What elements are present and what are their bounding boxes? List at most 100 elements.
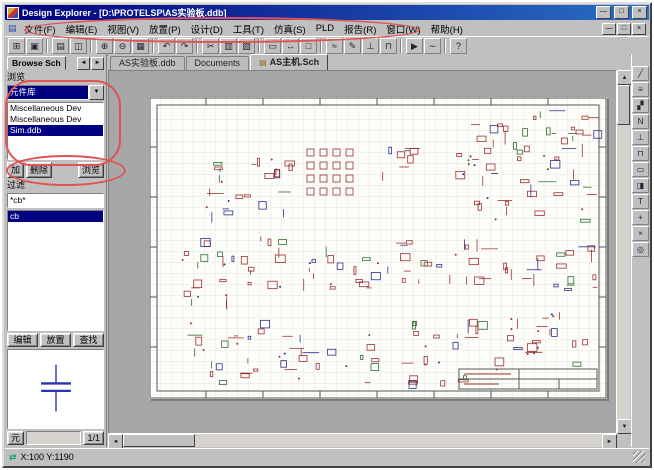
component-list-item[interactable]: cb — [8, 211, 103, 222]
deselect-icon[interactable]: □ — [300, 38, 317, 54]
library-list-item[interactable]: Miscellaneous Dev — [8, 103, 103, 114]
page-indicator-button[interactable]: 1/1 — [83, 431, 104, 445]
horizontal-scrollbar[interactable]: ◄ ► — [108, 434, 617, 447]
vertical-scroll-track[interactable] — [617, 125, 630, 419]
open-document-icon[interactable]: ⊞ — [8, 38, 25, 54]
fit-document-icon[interactable]: ▦ — [132, 38, 149, 54]
menu-item[interactable]: 视图(V) — [102, 21, 144, 37]
wire-tool-icon[interactable]: ╱ — [632, 66, 649, 81]
icon-glyph: + — [638, 214, 643, 222]
print-preview-icon[interactable]: ◫ — [70, 38, 87, 54]
title-bar[interactable]: Design Explorer - [D:\PROTELSP\AS实验板.ddb… — [5, 5, 649, 20]
tab-browse-sch[interactable]: Browse Sch — [7, 56, 66, 70]
copy-icon[interactable]: ▥ — [220, 38, 237, 54]
add-library-button[interactable]: 加 — [7, 162, 24, 178]
simulate-icon[interactable]: ▶ — [406, 38, 423, 54]
filter-label: 过滤 — [7, 180, 104, 191]
document-icon: ▤ — [8, 23, 17, 34]
paste-icon[interactable]: ▧ — [238, 38, 255, 54]
print-icon[interactable]: ▤ — [52, 38, 69, 54]
junction-tool-icon[interactable]: + — [632, 210, 649, 225]
menu-item[interactable]: 窗口(W) — [381, 21, 425, 37]
menu-item[interactable]: PLD — [311, 22, 339, 35]
component-list[interactable]: cb — [7, 210, 104, 331]
tab-as-experiment-board-ddb[interactable]: ▤AS实验板.ddb — [110, 56, 185, 70]
filter-input[interactable]: *cb* — [7, 193, 104, 208]
undo-icon[interactable]: ↶ — [158, 38, 175, 54]
horizontal-scroll-track[interactable] — [195, 434, 602, 447]
close-button[interactable]: × — [632, 6, 647, 19]
sheet-symbol-tool-icon[interactable]: ▭ — [632, 162, 649, 177]
menu-item[interactable]: 仿真(S) — [269, 21, 311, 37]
vertical-scrollbar[interactable]: ▲ ▼ — [617, 70, 630, 434]
edit-component-button[interactable]: 编辑 — [7, 333, 38, 347]
bus-tool-icon[interactable]: ≡ — [632, 82, 649, 97]
horizontal-scroll-thumb[interactable] — [123, 434, 195, 447]
library-list[interactable]: Miscellaneous DevMiscellaneous DevSim.dd… — [7, 102, 104, 160]
icon-glyph: ⊖ — [119, 42, 127, 51]
document-area: ▤AS实验板.ddb▤Documents▤AS主机.Sch ▲ ▼ ◄ ► — [108, 54, 630, 447]
text-tool-icon[interactable]: T — [632, 194, 649, 209]
mixed-signal-icon[interactable]: ∼ — [424, 38, 441, 54]
drawing-tools-icon[interactable]: ✎ — [344, 38, 361, 54]
cut-icon[interactable]: ✂ — [202, 38, 219, 54]
select-area-icon[interactable]: ▭ — [264, 38, 281, 54]
save-icon[interactable]: ▣ — [26, 38, 43, 54]
part-unit-button[interactable]: 元 — [7, 431, 24, 445]
scroll-down-icon[interactable]: ▼ — [617, 419, 632, 434]
browse-library-button[interactable]: 浏览 — [78, 162, 104, 178]
dropdown-arrow-icon[interactable]: ▼ — [89, 85, 104, 100]
menu-item[interactable]: 文件(F) — [20, 21, 61, 37]
menu-item[interactable]: 报告(R) — [339, 21, 381, 37]
zoom-out-icon[interactable]: ⊖ — [114, 38, 131, 54]
menu-item[interactable]: 帮助(H) — [426, 21, 468, 37]
tab-as-host-sch[interactable]: ▤AS主机.Sch — [250, 54, 328, 70]
zoom-in-icon[interactable]: ⊕ — [96, 38, 113, 54]
schematic-sheet[interactable] — [149, 97, 607, 399]
icon-glyph: ⊓ — [385, 42, 392, 51]
directive-tool-icon[interactable]: ◎ — [632, 242, 649, 257]
menu-item[interactable]: 设计(D) — [186, 21, 228, 37]
child-minimize-button[interactable]: — — [602, 23, 616, 35]
panel-scroll-right-icon[interactable]: ► — [91, 57, 104, 70]
toolbar-group: ⊞▣ — [8, 38, 43, 54]
menu-item[interactable]: 放置(P) — [144, 21, 186, 37]
menu-item[interactable]: 编辑(E) — [61, 21, 103, 37]
power-port-icon[interactable]: ⊥ — [362, 38, 379, 54]
tab-documents[interactable]: ▤Documents — [186, 56, 250, 70]
component-buttons: 编辑 放置 查找 — [7, 333, 104, 347]
no-erc-tool-icon[interactable]: × — [632, 226, 649, 241]
help-icon[interactable]: ? — [450, 38, 467, 54]
wiring-tools-icon[interactable]: ≈ — [326, 38, 343, 54]
minimize-button[interactable]: — — [596, 6, 611, 19]
status-bar: ⇄ X:100 Y:1190 — [5, 448, 649, 465]
scroll-up-icon[interactable]: ▲ — [617, 70, 632, 85]
library-list-item[interactable]: Sim.ddb — [8, 125, 103, 136]
scroll-left-icon[interactable]: ◄ — [108, 434, 123, 449]
move-selection-icon[interactable]: ↔ — [282, 38, 299, 54]
schematic-canvas[interactable] — [108, 70, 617, 434]
library-type-dropdown[interactable]: 元件库 ▼ — [7, 85, 104, 100]
child-close-button[interactable]: × — [632, 23, 646, 35]
bus-entry-tool-icon[interactable]: ▞ — [632, 98, 649, 113]
maximize-button[interactable]: □ — [614, 6, 629, 19]
power-port-tool-icon[interactable]: ⊥ — [632, 130, 649, 145]
find-component-button[interactable]: 查找 — [73, 333, 104, 347]
menu-item[interactable]: 工具(T) — [228, 21, 269, 37]
scroll-right-icon[interactable]: ► — [602, 434, 617, 449]
panel-scroll-left-icon[interactable]: ◄ — [77, 57, 90, 70]
library-list-item[interactable]: Miscellaneous Dev — [8, 114, 103, 125]
toolbar-group: ↶↷ — [152, 39, 193, 53]
net-label-tool-icon[interactable]: N — [632, 114, 649, 129]
place-component-button[interactable]: 放置 — [40, 333, 71, 347]
child-restore-button[interactable]: □ — [617, 23, 631, 35]
remove-library-button[interactable]: 删除 — [26, 162, 52, 178]
redo-icon[interactable]: ↷ — [176, 38, 193, 54]
sheet-entry-tool-icon[interactable]: ◨ — [632, 178, 649, 193]
icon-glyph: ≈ — [332, 42, 337, 51]
part-tool-icon[interactable]: ⊓ — [632, 146, 649, 161]
resize-grip[interactable] — [633, 451, 645, 463]
vertical-scroll-thumb[interactable] — [617, 85, 630, 125]
library-browse-icon[interactable]: ⊓ — [380, 38, 397, 54]
icon-glyph: ▞ — [637, 102, 643, 110]
